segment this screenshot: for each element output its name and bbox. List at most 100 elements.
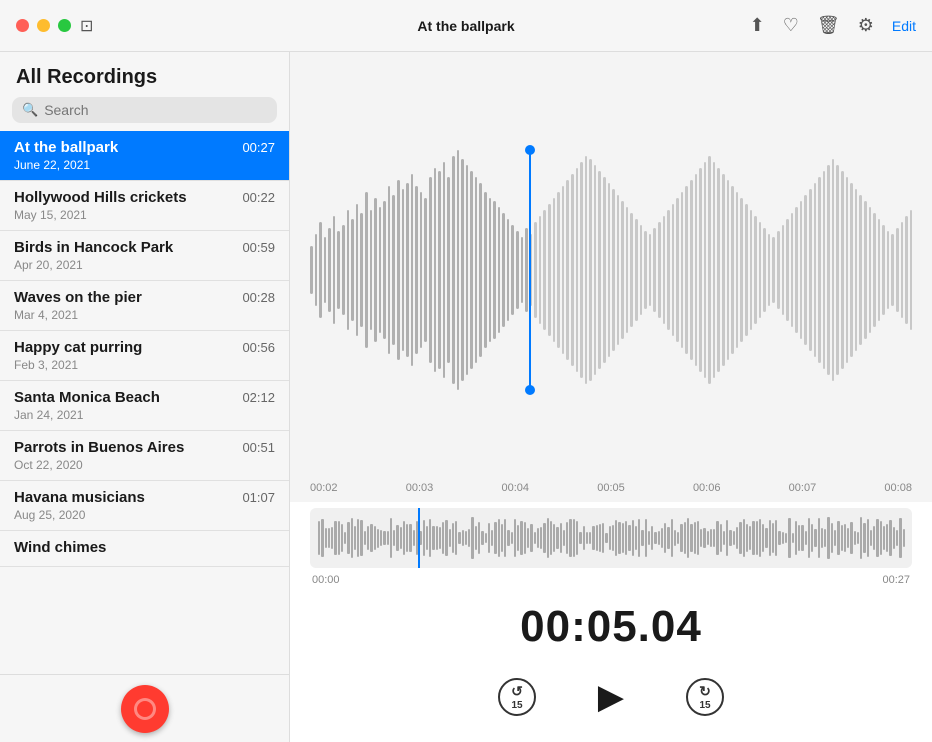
waveform-bar [818, 177, 821, 363]
waveform-bar [415, 186, 418, 354]
skip-forward-button[interactable]: ↻ 15 [686, 678, 724, 716]
waveform-bar [736, 192, 739, 348]
waveform-bar [717, 168, 720, 372]
item-duration: 00:56 [242, 340, 275, 355]
item-date: Jan 24, 2021 [14, 408, 275, 422]
mini-bar [834, 530, 836, 545]
waveform-bar [740, 198, 743, 342]
recording-item[interactable]: Happy cat purring 00:56 Feb 3, 2021 [0, 331, 289, 381]
recording-item[interactable]: Hollywood Hills crickets 00:22 May 15, 2… [0, 181, 289, 231]
waveform-bar [667, 210, 670, 330]
minimize-button[interactable] [37, 19, 50, 32]
mini-bar [671, 519, 673, 557]
mini-bar [847, 528, 849, 549]
mini-bar [409, 524, 411, 552]
mini-bar [857, 532, 859, 544]
mini-bar [765, 528, 767, 549]
settings-icon[interactable]: ⚙ [858, 15, 874, 36]
waveform-bar [809, 189, 812, 351]
toolbar-actions: ⬆ ♡ 🗑 ⚙ Edit [750, 15, 916, 36]
mini-bar [827, 517, 829, 558]
search-box[interactable]: 🔍 [12, 97, 277, 123]
recording-item[interactable]: At the ballpark 00:27 June 22, 2021 [0, 131, 289, 181]
mini-bar [576, 521, 578, 554]
waveform-bar [901, 222, 904, 318]
search-input[interactable] [44, 102, 267, 118]
recording-item[interactable]: Birds in Hancock Park 00:59 Apr 20, 2021 [0, 231, 289, 281]
waveform-bar [562, 186, 565, 354]
waveform-bar [905, 216, 908, 324]
favorite-icon[interactable]: ♡ [783, 15, 799, 36]
waveform-bar [388, 186, 391, 354]
mini-bar [449, 529, 451, 547]
waveform-bar [310, 246, 313, 294]
playhead[interactable] [529, 150, 531, 390]
skip-back-button[interactable]: ↺ 15 [498, 678, 536, 716]
item-top: Birds in Hancock Park 00:59 [14, 239, 275, 256]
mini-bar [772, 523, 774, 553]
share-icon[interactable]: ⬆ [750, 15, 765, 36]
mini-bar [537, 528, 539, 548]
mini-bar [739, 522, 741, 555]
playhead-bottom-handle[interactable] [525, 385, 535, 395]
waveform-bar [543, 210, 546, 330]
recording-item[interactable]: Havana musicians 01:07 Aug 25, 2020 [0, 481, 289, 531]
waveform-bar [630, 213, 633, 327]
mini-bar [648, 531, 650, 544]
playhead-top-handle[interactable] [525, 145, 535, 155]
recording-item[interactable]: Parrots in Buenos Aires 00:51 Oct 22, 20… [0, 431, 289, 481]
mini-bar [390, 518, 392, 558]
record-icon [134, 698, 156, 720]
maximize-button[interactable] [58, 19, 71, 32]
recording-item[interactable]: Santa Monica Beach 02:12 Jan 24, 2021 [0, 381, 289, 431]
waveform-bar [791, 213, 794, 327]
mini-bar [818, 518, 820, 558]
waveform-bar [356, 204, 359, 336]
play-pause-button[interactable]: ▶ [584, 670, 638, 724]
mini-bar [638, 519, 640, 556]
waveform-large[interactable] [290, 52, 932, 478]
mini-bar [357, 519, 359, 557]
time-label: 00:07 [789, 482, 817, 494]
waveform-bar [672, 204, 675, 336]
sidebar-toggle-icon[interactable]: ⊡ [80, 16, 93, 36]
close-button[interactable] [16, 19, 29, 32]
time-axis: 00:0200:0300:0400:0500:0600:0700:08 [290, 478, 932, 502]
mini-playhead[interactable] [418, 508, 420, 568]
waveform-bar [832, 159, 835, 381]
waveform-bar [557, 192, 560, 348]
waveform-bar [315, 234, 318, 306]
mini-bar [661, 528, 663, 549]
mini-bar [854, 531, 856, 545]
mini-waveform[interactable] [310, 508, 912, 568]
mini-bar [716, 521, 718, 555]
item-date: May 15, 2021 [14, 208, 275, 222]
waveform-bar [585, 156, 588, 384]
item-top: Happy cat purring 00:56 [14, 339, 275, 356]
item-duration: 00:27 [242, 140, 275, 155]
mini-bar [844, 524, 846, 552]
mini-bar [485, 533, 487, 544]
recording-item[interactable]: Wind chimes [0, 531, 289, 567]
mini-bar [733, 531, 735, 546]
edit-button[interactable]: Edit [892, 18, 916, 34]
mini-bar [609, 526, 611, 549]
waveform-bar [713, 162, 716, 378]
waveform-bar [461, 159, 464, 381]
delete-icon[interactable]: 🗑 [817, 15, 840, 36]
waveform-large-container: 00:0200:0300:0400:0500:0600:0700:08 [290, 52, 932, 502]
mini-bar [707, 531, 709, 545]
mini-bar [367, 526, 369, 550]
mini-bar [563, 530, 565, 547]
waveform-bar [887, 231, 890, 309]
waveform-bars [310, 150, 912, 390]
record-button[interactable] [121, 685, 169, 733]
recording-item[interactable]: Waves on the pier 00:28 Mar 4, 2021 [0, 281, 289, 331]
mini-bar [592, 526, 594, 550]
waveform-bar [479, 183, 482, 357]
item-duration: 00:28 [242, 290, 275, 305]
mini-bar [743, 519, 745, 556]
waveform-bar [406, 183, 409, 357]
waveform-bar [804, 195, 807, 345]
waveform-bar [608, 183, 611, 357]
